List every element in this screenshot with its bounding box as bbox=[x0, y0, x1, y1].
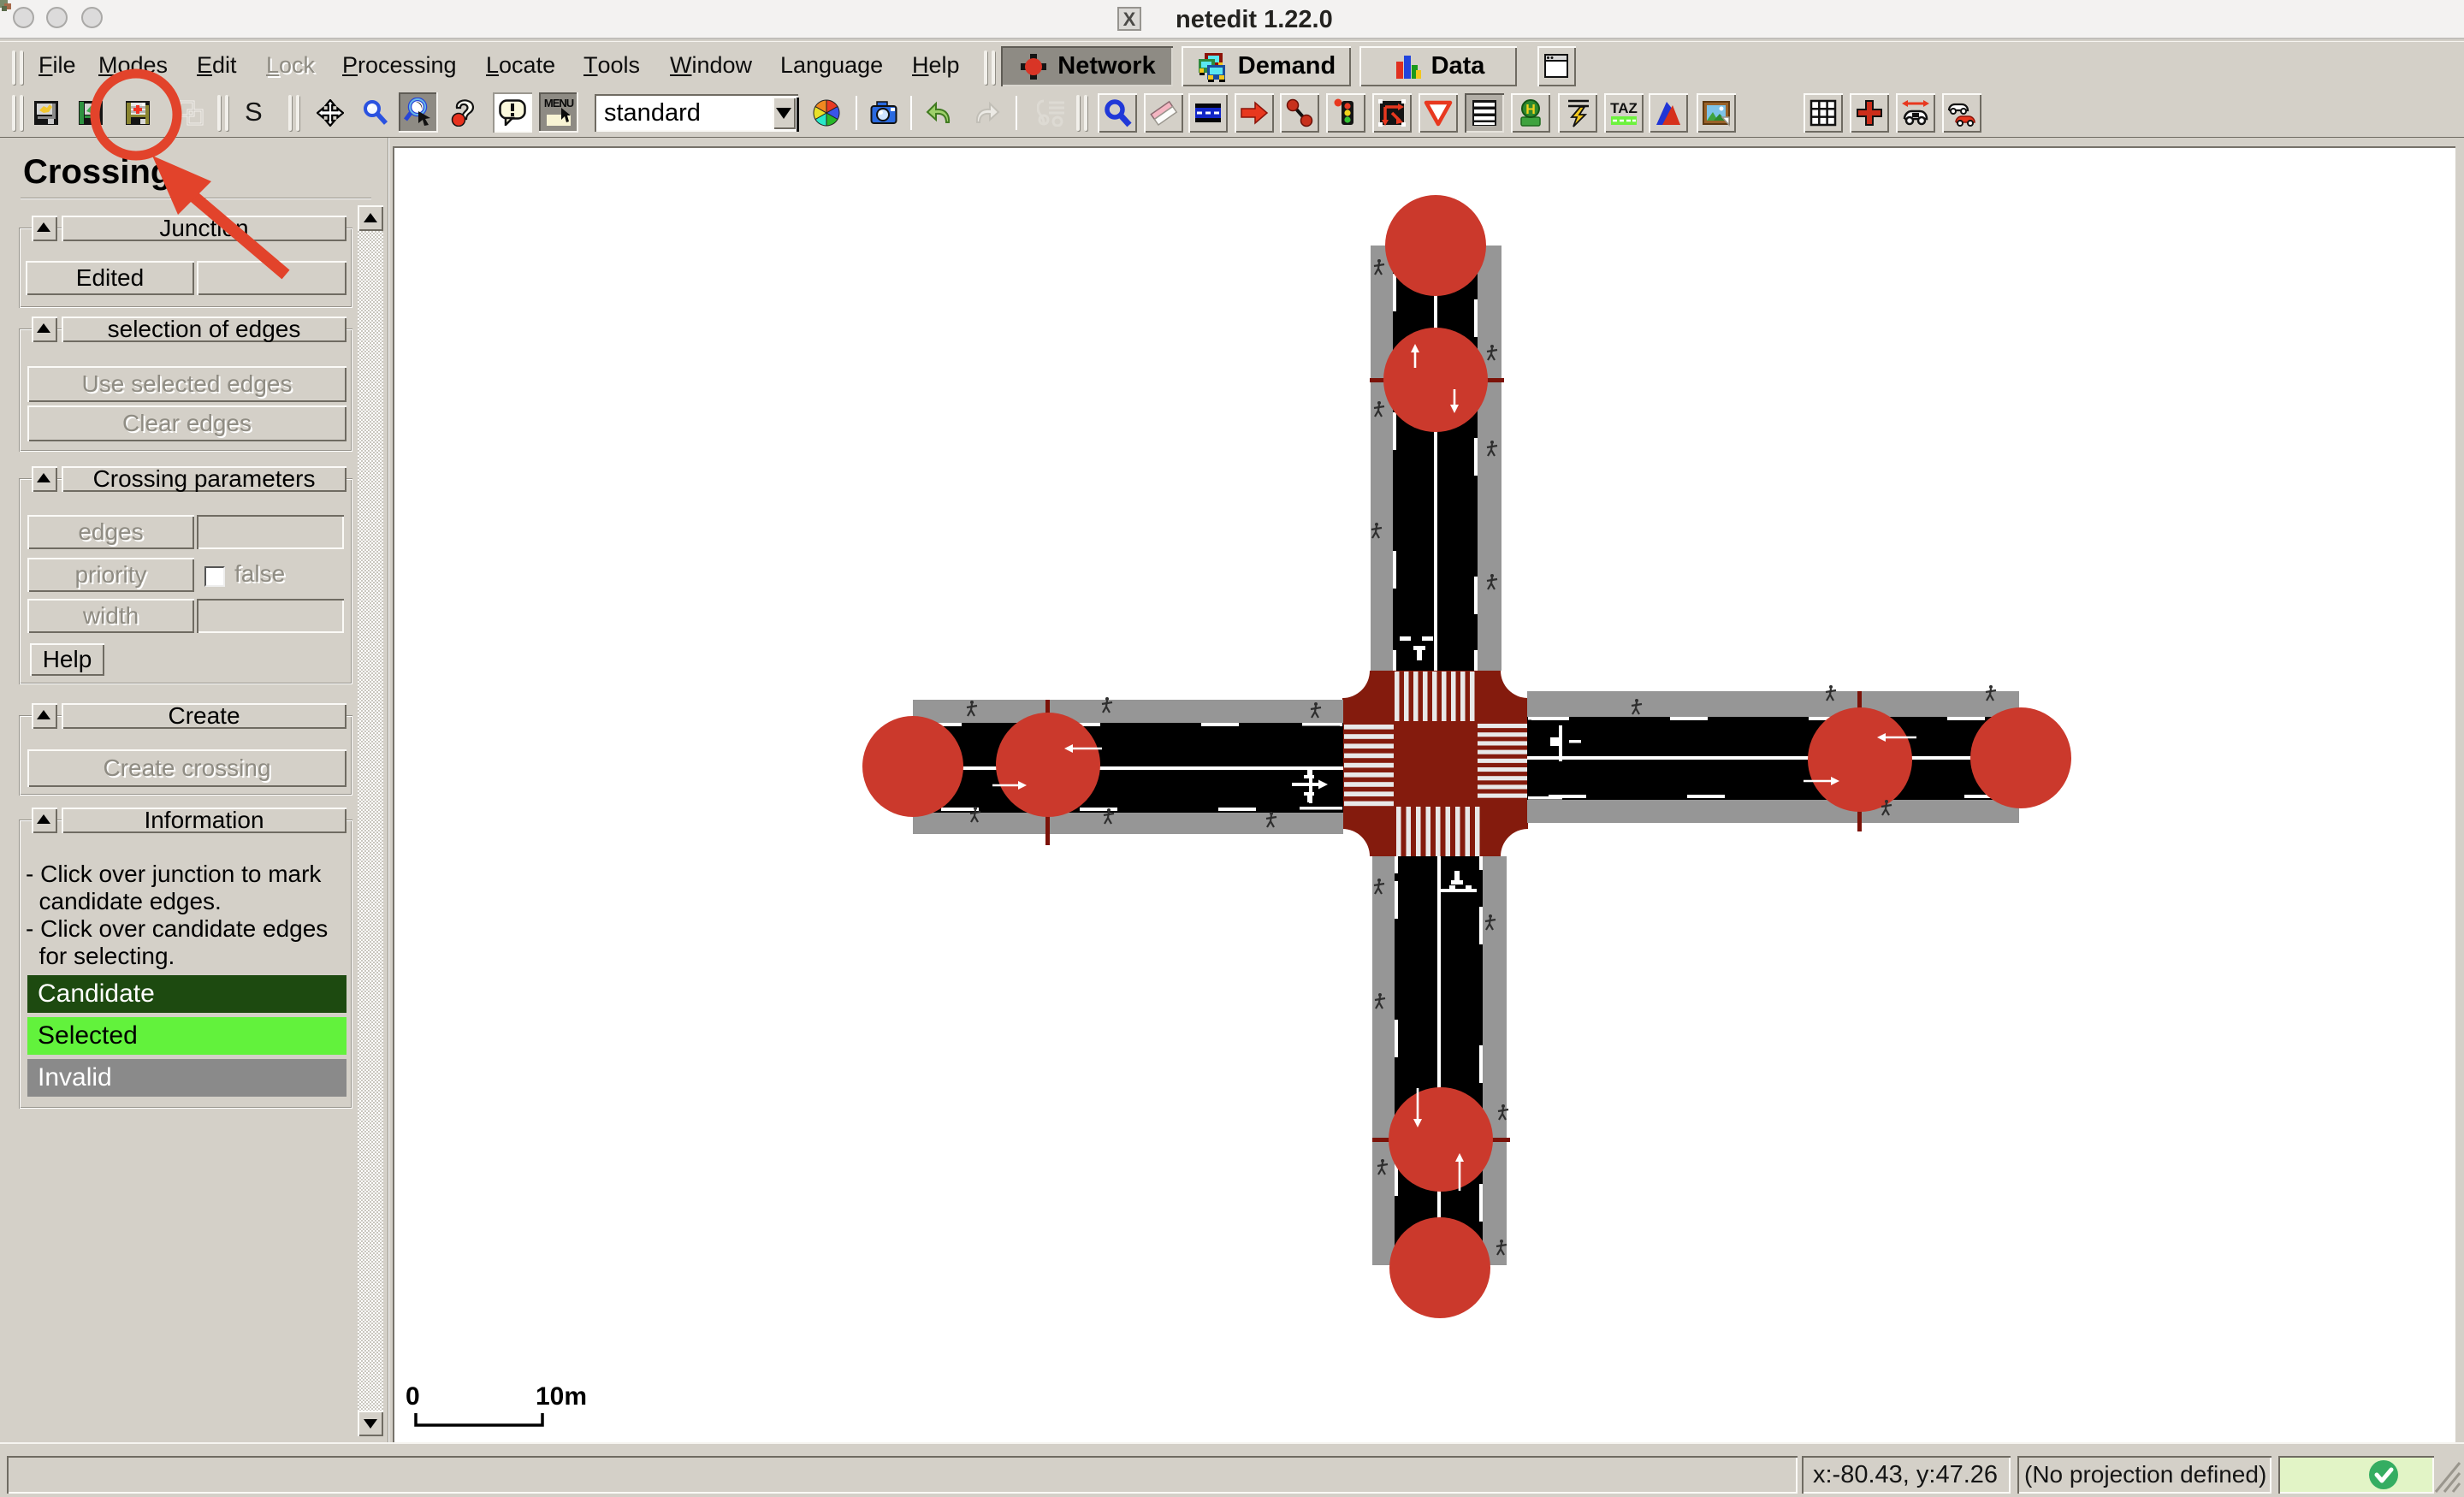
svg-text:TAZ: TAZ bbox=[1610, 100, 1638, 116]
svg-text:MENU: MENU bbox=[544, 97, 574, 109]
svg-text:0: 0 bbox=[406, 1382, 420, 1411]
svg-text:H: H bbox=[1525, 103, 1536, 117]
svg-text:10m: 10m bbox=[536, 1382, 587, 1411]
